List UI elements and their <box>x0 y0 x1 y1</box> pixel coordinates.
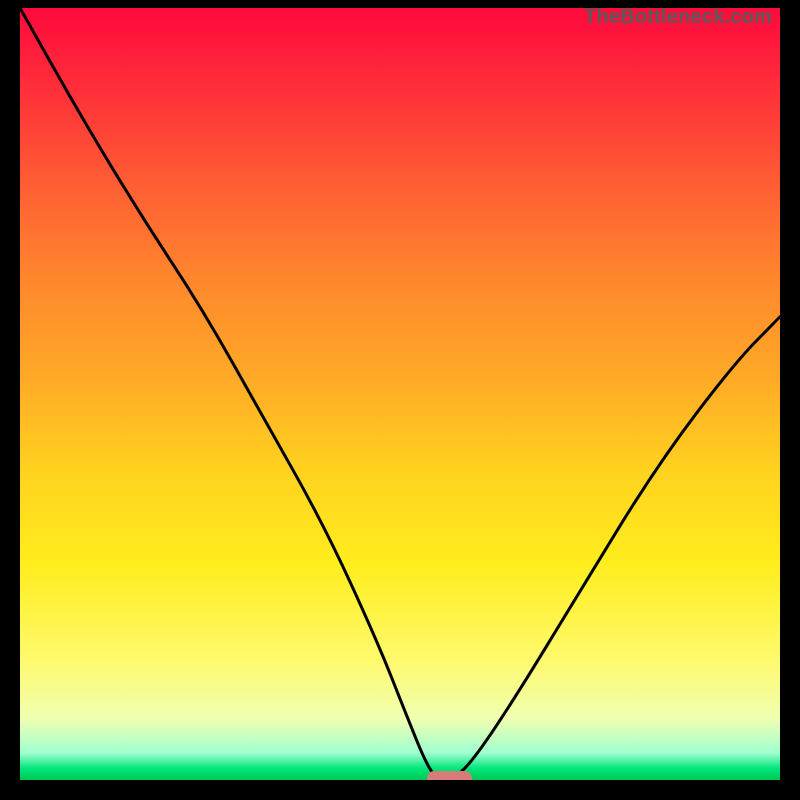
attribution-watermark: TheBottleneck.com <box>584 6 772 29</box>
curve-path <box>20 8 780 780</box>
chart-frame: TheBottleneck.com <box>0 0 800 800</box>
bottleneck-curve <box>20 8 780 780</box>
plot-area <box>20 8 780 780</box>
minimum-marker <box>427 771 473 780</box>
